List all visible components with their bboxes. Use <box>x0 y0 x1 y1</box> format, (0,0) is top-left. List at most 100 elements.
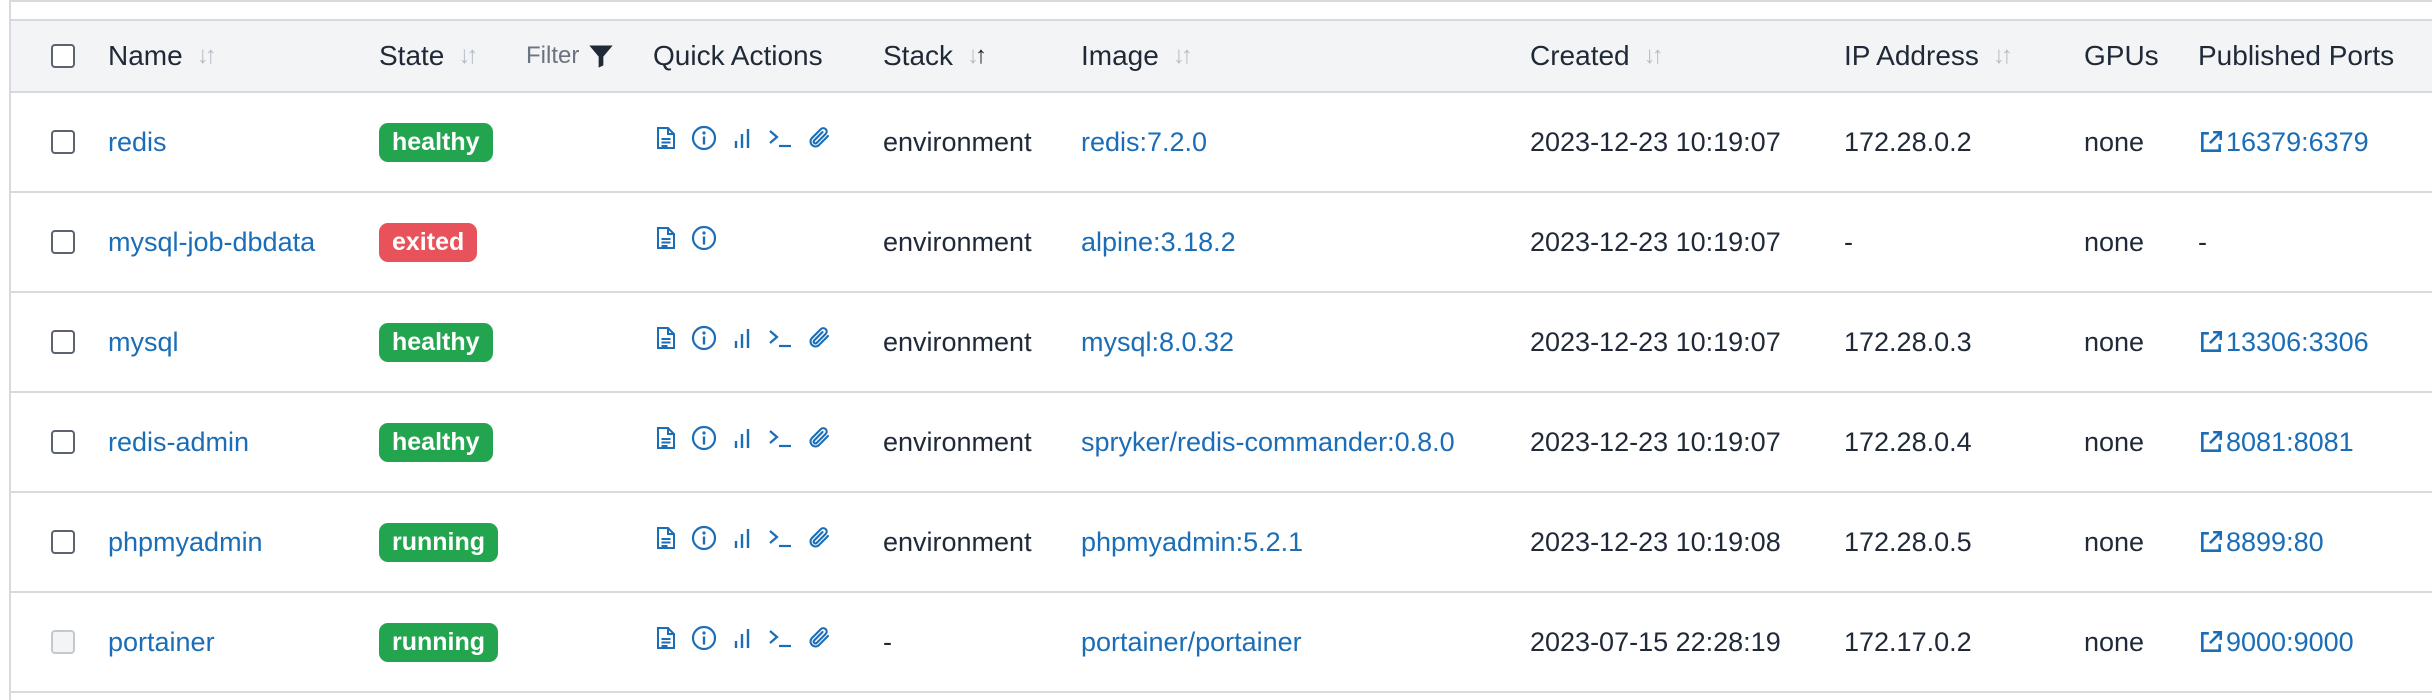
published-port-link[interactable]: 8081:8081 <box>2198 427 2354 458</box>
quick-actions-group <box>655 125 833 151</box>
status-badge: healthy <box>379 422 493 462</box>
inspect-icon[interactable] <box>691 125 717 151</box>
quick-actions-cell <box>655 589 833 687</box>
container-name-link[interactable]: redis-admin <box>108 427 249 458</box>
ip-address-value: 172.28.0.4 <box>1844 426 1972 457</box>
published-port-label: 13306:3306 <box>2226 326 2369 357</box>
published-port-link[interactable]: 13306:3306 <box>2198 327 2369 358</box>
published-port-label: 16379:6379 <box>2226 126 2369 157</box>
stats-icon[interactable] <box>731 426 753 450</box>
logs-icon[interactable] <box>655 526 677 550</box>
logs-icon[interactable] <box>655 226 677 250</box>
attach-icon[interactable] <box>807 125 833 151</box>
column-header-state[interactable]: State ↓↑ <box>379 21 478 91</box>
status-badge: exited <box>379 222 478 262</box>
row-checkbox[interactable] <box>51 530 75 554</box>
column-header-image[interactable]: Image ↓↑ <box>1081 21 1193 91</box>
container-name-link[interactable]: phpmyadmin <box>108 527 263 558</box>
gpus-value: none <box>2084 526 2145 557</box>
select-all-checkbox[interactable] <box>51 44 75 68</box>
image-link[interactable]: alpine:3.18.2 <box>1081 227 1236 258</box>
column-header-ip-address[interactable]: IP Address ↓↑ <box>1844 21 2013 91</box>
logs-icon[interactable] <box>655 626 677 650</box>
name-cell: redis-admin <box>108 393 249 491</box>
logs-icon[interactable] <box>655 426 677 450</box>
row-select-cell <box>51 593 75 691</box>
console-icon[interactable] <box>767 526 793 550</box>
published-ports-cell: 8899:80 <box>2198 493 2324 591</box>
quick-actions-cell <box>655 89 833 187</box>
container-name-link[interactable]: mysql <box>108 327 179 358</box>
stats-icon[interactable] <box>731 526 753 550</box>
published-port-link[interactable]: 9000:9000 <box>2198 627 2354 658</box>
inspect-icon[interactable] <box>691 325 717 351</box>
inspect-icon[interactable] <box>691 225 717 251</box>
quick-actions-group <box>655 625 833 651</box>
sort-icon[interactable]: ↓↑ <box>458 42 478 70</box>
inspect-icon[interactable] <box>691 625 717 651</box>
row-checkbox[interactable] <box>51 330 75 354</box>
table-row: redis healthy environment redis:7.2.0 20… <box>11 93 2432 193</box>
column-header-created[interactable]: Created ↓↑ <box>1530 21 1664 91</box>
name-cell: mysql <box>108 293 179 391</box>
inspect-icon[interactable] <box>691 425 717 451</box>
image-link[interactable]: phpmyadmin:5.2.1 <box>1081 527 1303 558</box>
attach-icon[interactable] <box>807 525 833 551</box>
image-link[interactable]: portainer/portainer <box>1081 627 1302 658</box>
row-checkbox[interactable] <box>51 130 75 154</box>
console-icon[interactable] <box>767 326 793 350</box>
logs-icon[interactable] <box>655 126 677 150</box>
container-name-link[interactable]: mysql-job-dbdata <box>108 227 315 258</box>
attach-icon[interactable] <box>807 325 833 351</box>
image-link[interactable]: mysql:8.0.32 <box>1081 327 1234 358</box>
published-port-link[interactable]: 8899:80 <box>2198 527 2324 558</box>
published-port-label: 9000:9000 <box>2226 626 2354 657</box>
stack-value: environment <box>883 426 1032 457</box>
ip-address-cell: 172.28.0.3 <box>1844 293 1972 391</box>
created-value: 2023-12-23 10:19:08 <box>1530 526 1781 557</box>
image-cell: portainer/portainer <box>1081 593 1302 691</box>
container-name-link[interactable]: portainer <box>108 627 215 658</box>
stats-icon[interactable] <box>731 626 753 650</box>
published-ports-cell: 13306:3306 <box>2198 293 2369 391</box>
inspect-icon[interactable] <box>691 525 717 551</box>
external-link-icon <box>2201 530 2223 552</box>
attach-icon[interactable] <box>807 625 833 651</box>
published-port-link[interactable]: 16379:6379 <box>2198 127 2369 158</box>
image-link[interactable]: spryker/redis-commander:0.8.0 <box>1081 427 1455 458</box>
column-header-name[interactable]: Name ↓↑ <box>108 21 217 91</box>
column-header-published-ports-label: Published Ports <box>2198 40 2395 71</box>
published-ports-value: - <box>2198 226 2207 257</box>
console-icon[interactable] <box>767 426 793 450</box>
gpus-cell: none <box>2084 493 2144 591</box>
row-select-cell <box>51 393 75 491</box>
ip-address-value: 172.28.0.2 <box>1844 126 1972 157</box>
row-checkbox[interactable] <box>51 430 75 454</box>
stats-icon[interactable] <box>731 326 753 350</box>
table-row: mysql healthy environment mysql:8.0.32 2… <box>11 293 2432 393</box>
row-select-cell <box>51 493 75 591</box>
console-icon[interactable] <box>767 126 793 150</box>
state-cell: exited <box>379 193 478 291</box>
logs-icon[interactable] <box>655 326 677 350</box>
stats-icon[interactable] <box>731 126 753 150</box>
sort-icon[interactable]: ↓↑ <box>1993 42 2013 70</box>
image-link[interactable]: redis:7.2.0 <box>1081 127 1207 158</box>
name-cell: mysql-job-dbdata <box>108 193 315 291</box>
created-cell: 2023-12-23 10:19:07 <box>1530 293 1781 391</box>
sort-icon[interactable]: ↓↑ <box>1173 42 1193 70</box>
external-link-icon <box>2201 330 2223 352</box>
row-checkbox[interactable] <box>51 230 75 254</box>
image-cell: redis:7.2.0 <box>1081 93 1207 191</box>
stack-value: environment <box>883 326 1032 357</box>
state-filter-button[interactable]: Filter <box>526 21 615 91</box>
column-header-stack[interactable]: Stack ↓↑ <box>883 21 987 91</box>
sort-ascending-icon[interactable]: ↓↑ <box>967 42 987 70</box>
attach-icon[interactable] <box>807 425 833 451</box>
sort-icon[interactable]: ↓↑ <box>197 42 217 70</box>
console-icon[interactable] <box>767 626 793 650</box>
container-name-link[interactable]: redis <box>108 127 167 158</box>
gpus-cell: none <box>2084 593 2144 691</box>
sort-icon[interactable]: ↓↑ <box>1644 42 1664 70</box>
quick-actions-cell <box>655 189 717 287</box>
